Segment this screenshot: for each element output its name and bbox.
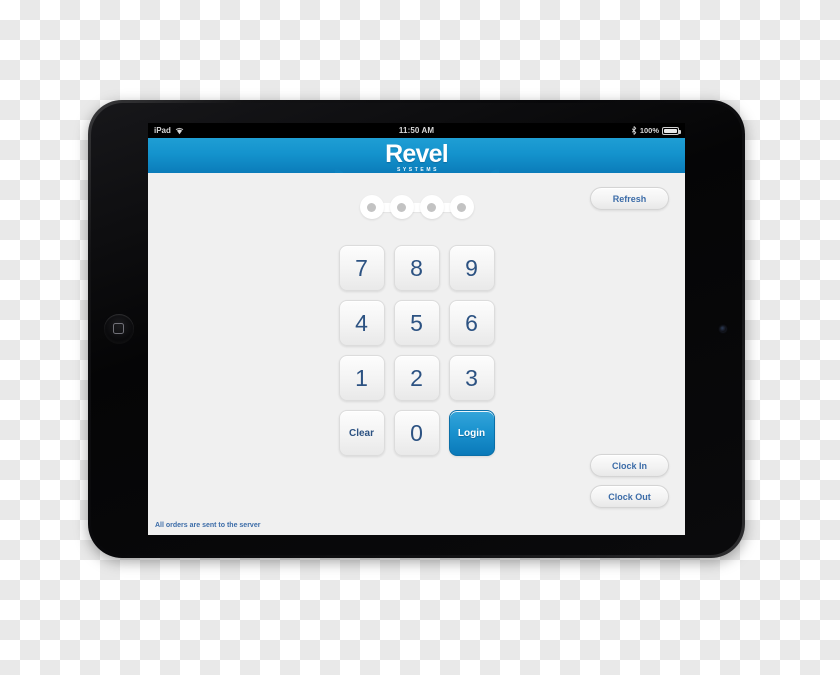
ipad-device: iPad 11:50 AM 100% Revel SYSTEMS 7 8 9 4… — [88, 100, 745, 558]
refresh-button[interactable]: Refresh — [590, 187, 669, 210]
login-button[interactable]: Login — [448, 410, 495, 456]
battery-icon — [662, 126, 681, 135]
clock-in-button[interactable]: Clock In — [590, 454, 669, 477]
pin-dot-3 — [419, 195, 444, 219]
key-0[interactable]: 0 — [393, 410, 440, 456]
key-1[interactable]: 1 — [338, 355, 385, 401]
key-8[interactable]: 8 — [393, 245, 440, 291]
front-camera-icon — [720, 326, 726, 332]
key-3[interactable]: 3 — [448, 355, 495, 401]
server-status-note: All orders are sent to the server — [155, 522, 261, 529]
ipad-screen: iPad 11:50 AM 100% Revel SYSTEMS 7 8 9 4… — [148, 123, 685, 535]
key-2[interactable]: 2 — [393, 355, 440, 401]
key-4[interactable]: 4 — [338, 300, 385, 346]
battery-fill — [664, 128, 677, 133]
pin-dot-1 — [359, 195, 384, 219]
status-bar-right: 100% — [631, 123, 681, 138]
ios-status-bar: iPad 11:50 AM 100% — [148, 123, 685, 138]
revel-pos-app: Revel SYSTEMS 7 8 9 4 5 6 1 2 3 Clear 0 … — [148, 138, 685, 535]
pin-dot-2 — [389, 195, 414, 219]
clock-out-button[interactable]: Clock Out — [590, 485, 669, 508]
key-7[interactable]: 7 — [338, 245, 385, 291]
key-5[interactable]: 5 — [393, 300, 440, 346]
pin-dot-4 — [449, 195, 474, 219]
clear-button[interactable]: Clear — [338, 410, 385, 456]
key-6[interactable]: 6 — [448, 300, 495, 346]
bluetooth-icon — [631, 126, 637, 135]
app-header — [148, 138, 685, 186]
key-9[interactable]: 9 — [448, 245, 495, 291]
status-bar-time: 11:50 AM — [398, 126, 435, 135]
pin-indicator — [357, 195, 477, 219]
home-button[interactable] — [104, 314, 134, 344]
login-content: 7 8 9 4 5 6 1 2 3 Clear 0 Login Refresh … — [148, 173, 685, 535]
numeric-keypad: 7 8 9 4 5 6 1 2 3 Clear 0 Login — [338, 245, 495, 456]
home-square-icon — [113, 323, 124, 334]
battery-percent: 100% — [639, 126, 659, 135]
